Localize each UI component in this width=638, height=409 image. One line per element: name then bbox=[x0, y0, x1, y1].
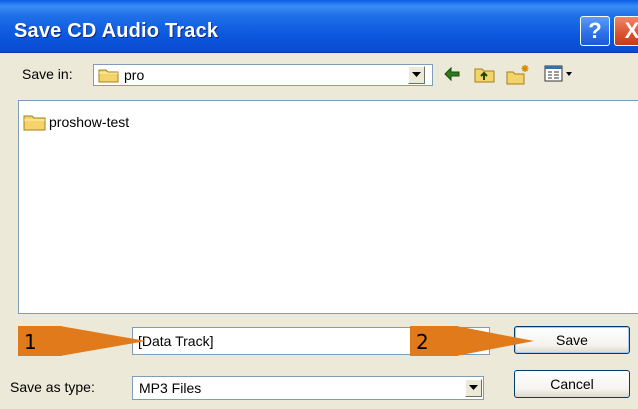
save-as-type-label: Save as type: bbox=[10, 379, 95, 395]
folder-icon bbox=[23, 115, 46, 131]
help-button[interactable]: ? bbox=[580, 16, 610, 46]
back-arrow-icon[interactable] bbox=[442, 64, 462, 84]
chevron-down-icon bbox=[412, 72, 421, 77]
annotation-callout-2: 2 bbox=[410, 326, 458, 356]
view-menu-icon[interactable] bbox=[544, 64, 574, 84]
close-button[interactable]: X bbox=[614, 16, 638, 46]
dialog-title: Save CD Audio Track bbox=[14, 20, 219, 42]
save-in-value: pro bbox=[124, 67, 145, 83]
cancel-button[interactable]: Cancel bbox=[514, 370, 630, 398]
title-bar[interactable]: Save CD Audio Track ? X bbox=[0, 0, 638, 53]
chevron-down-icon bbox=[469, 385, 478, 390]
save-as-type-value: MP3 Files bbox=[139, 380, 202, 396]
save-in-dropdown-button[interactable] bbox=[408, 66, 425, 84]
save-as-type-select[interactable]: MP3 Files bbox=[132, 376, 484, 400]
list-item-label: proshow-test bbox=[49, 114, 130, 130]
annotation-arrow-2 bbox=[456, 326, 534, 356]
annotation-number: 2 bbox=[416, 330, 429, 354]
save-in-combobox[interactable]: pro bbox=[93, 64, 433, 86]
file-name-value: [Data Track] bbox=[138, 333, 214, 349]
annotation-arrow-1 bbox=[60, 326, 146, 356]
new-folder-icon[interactable] bbox=[506, 64, 530, 86]
file-list[interactable]: proshow-test bbox=[18, 100, 638, 314]
folder-icon bbox=[98, 69, 119, 83]
save-in-label: Save in: bbox=[22, 66, 73, 82]
up-folder-icon[interactable] bbox=[474, 64, 496, 84]
save-dialog: Save CD Audio Track ? X Save in: pro pro… bbox=[0, 0, 638, 409]
save-as-type-dropdown-button[interactable] bbox=[465, 379, 482, 397]
annotation-number: 1 bbox=[24, 330, 37, 354]
annotation-callout-1: 1 bbox=[18, 326, 62, 356]
